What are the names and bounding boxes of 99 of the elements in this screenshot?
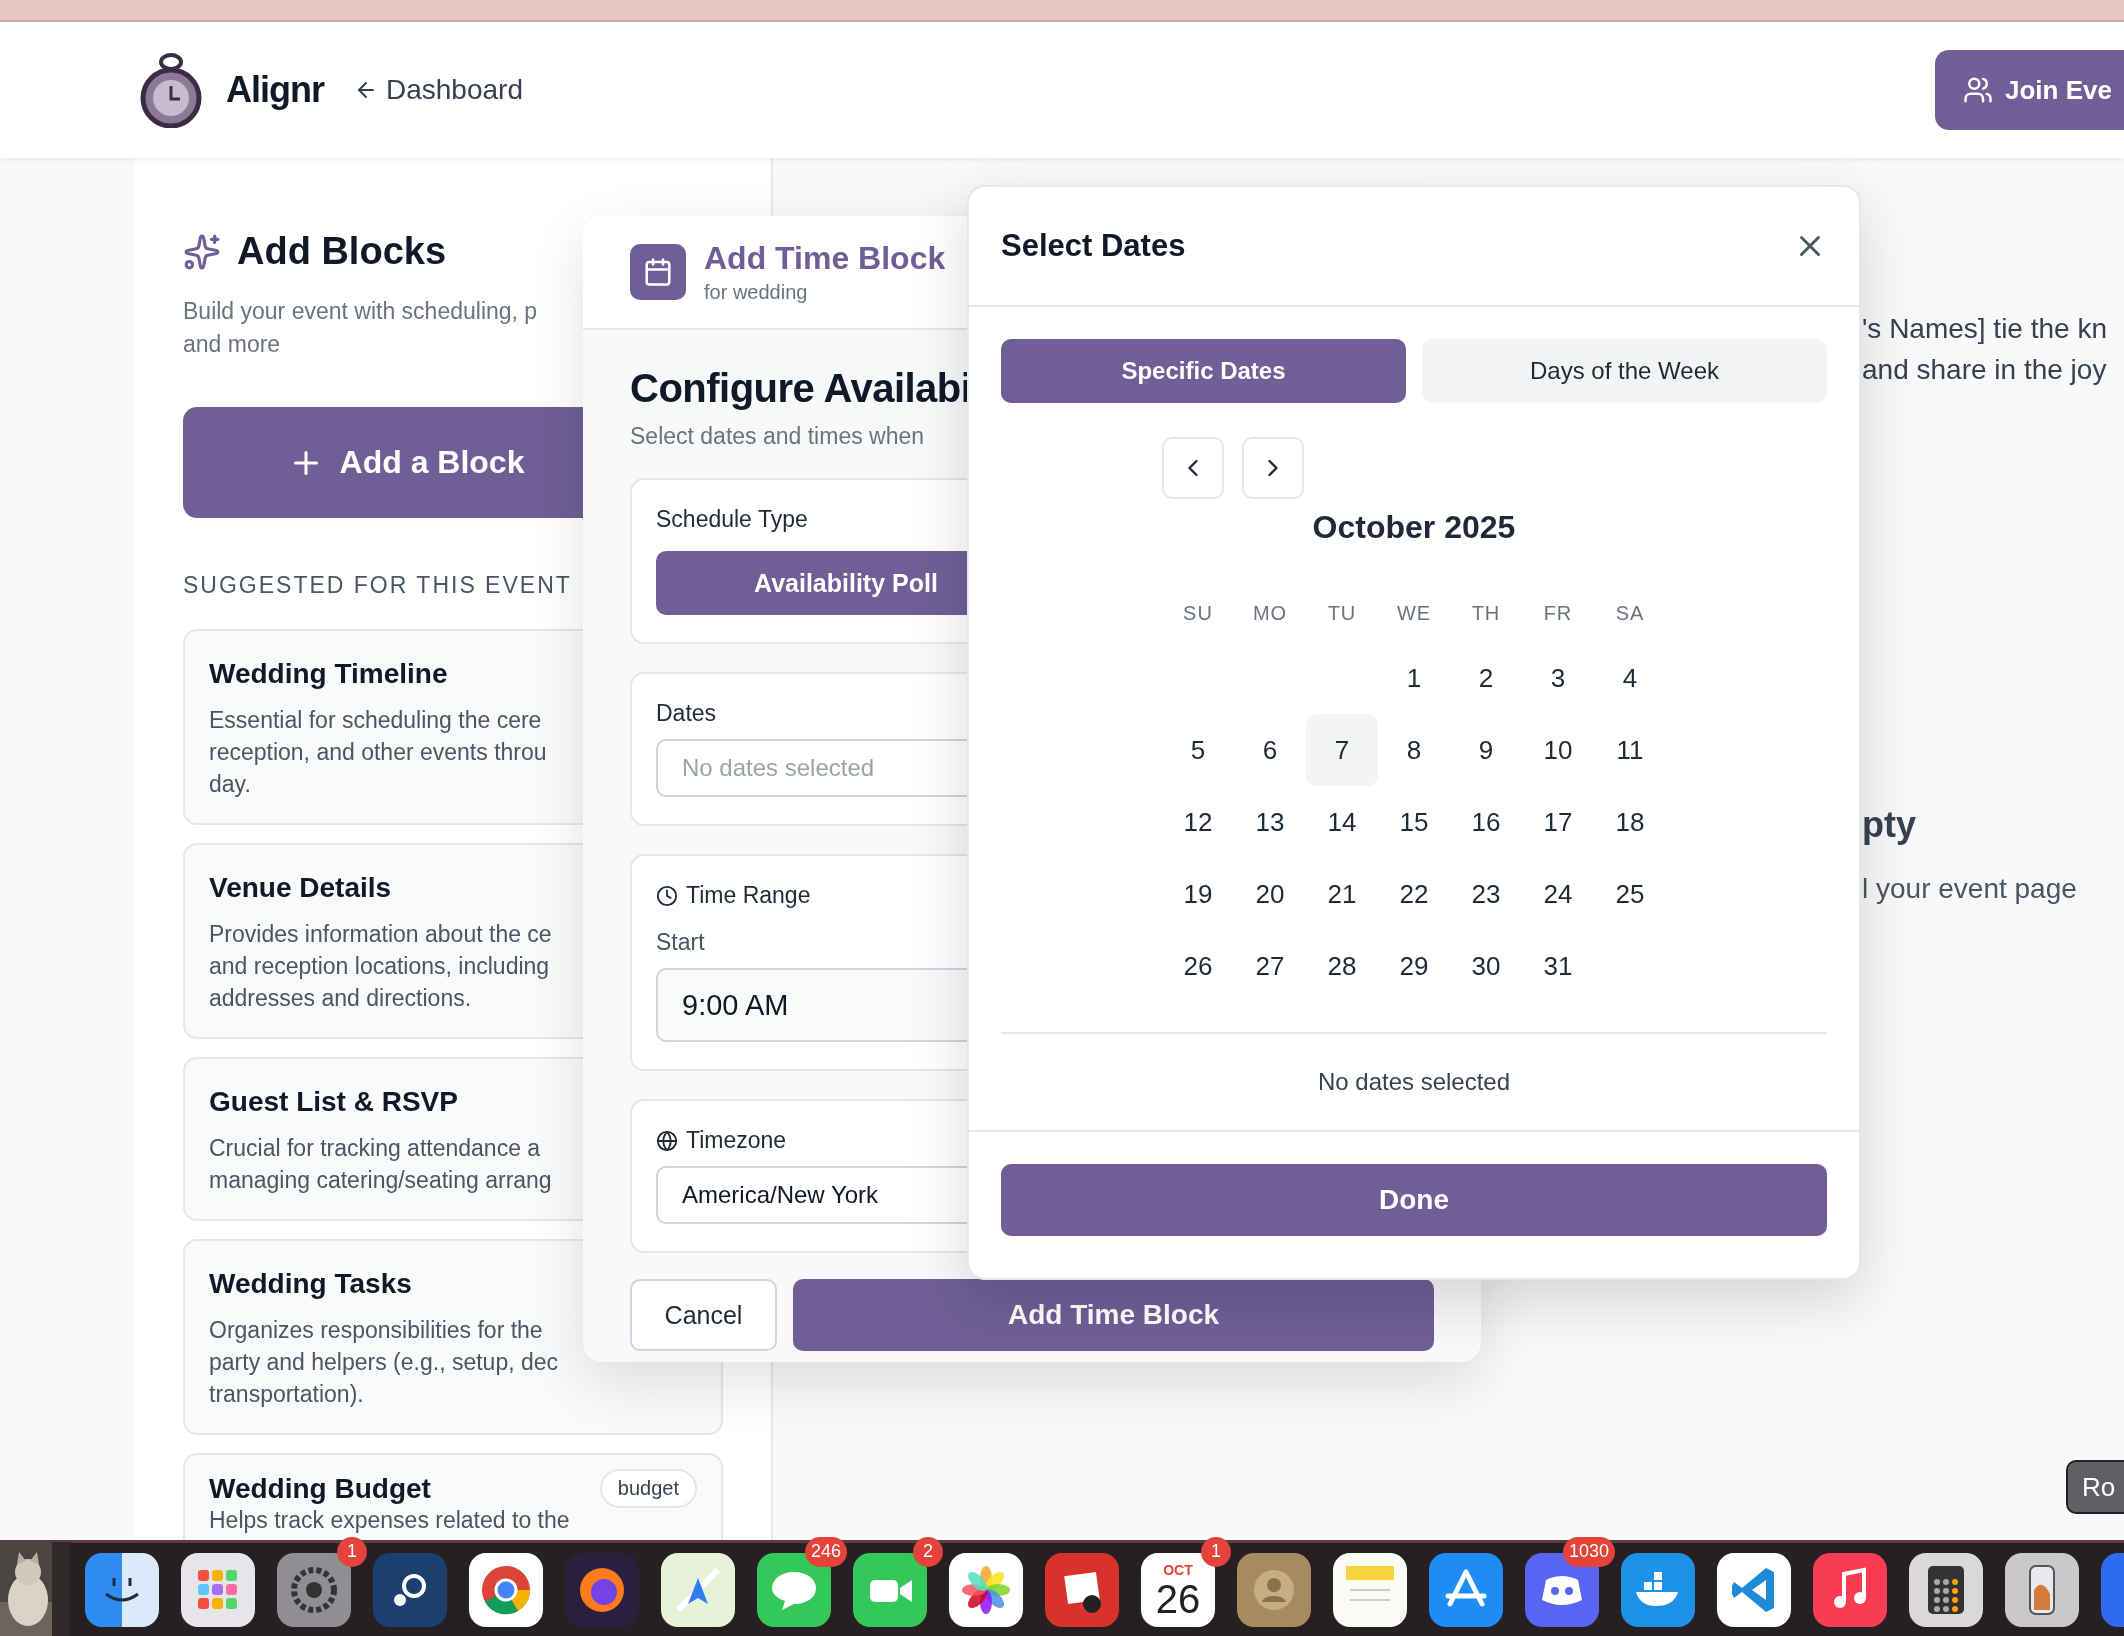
calendar-day[interactable]: 4 [1594,642,1666,714]
sparkles-icon [183,232,221,271]
calendar-day[interactable]: 1 [1378,642,1450,714]
calendar-day[interactable]: 16 [1450,786,1522,858]
month-title: October 2025 [1311,509,1517,546]
calendar-day[interactable]: 26 [1162,930,1234,1002]
calendar-day[interactable]: 18 [1594,786,1666,858]
dialog-subtitle: for wedding [704,281,809,304]
floating-button[interactable]: Ro [2066,1460,2124,1514]
dock-app-tile[interactable] [1237,1552,1311,1627]
calendar-day[interactable]: 23 [1450,858,1522,930]
dock-app-tile[interactable] [565,1552,639,1627]
notification-badge: 2 [913,1536,943,1567]
dock-app-tile[interactable] [1717,1552,1791,1627]
dock-app-tile[interactable] [2005,1552,2079,1627]
cancel-button[interactable]: Cancel [630,1279,777,1351]
notification-badge: 246 [804,1536,847,1567]
panel-description: Build your event with scheduling, p and more [183,297,538,359]
calendar-day[interactable]: 25 [1594,858,1666,930]
calendar-day[interactable]: 9 [1450,714,1522,786]
calendar-day[interactable]: 11 [1594,714,1666,786]
card-title: Wedding Timeline [209,658,448,690]
empty-state-text: l your event page [1862,873,2078,905]
calendar-date: 26 [1155,1576,1201,1621]
calendar-day[interactable]: 15 [1378,786,1450,858]
calendar-day[interactable]: 14 [1306,786,1378,858]
calendar-day[interactable]: 12 [1162,786,1234,858]
users-icon [1963,75,1993,105]
calendar-day[interactable]: 5 [1162,714,1234,786]
weekday-label: FR [1542,602,1574,626]
weekday-label: TH [1470,602,1502,626]
globe-icon [656,1129,678,1152]
field-label: Dates [656,700,718,727]
done-button[interactable]: Done [1001,1164,1827,1236]
panel-title: Add Blocks [237,230,447,273]
dock-app-tile[interactable] [373,1552,447,1627]
calendar-day[interactable]: 13 [1234,786,1306,858]
dock-app-tile[interactable] [661,1552,735,1627]
dock-app-tile[interactable] [1333,1552,1407,1627]
dock-app-tile[interactable] [1045,1552,1119,1627]
calendar-month: OCT [1163,1562,1193,1577]
selection-summary: No dates selected [1316,1067,1512,1097]
join-event-button[interactable]: Join Eve [1935,50,2124,130]
mode-tab[interactable]: Days of the Week [1422,339,1827,403]
calendar-day[interactable]: 21 [1306,858,1378,930]
dock-app-tile[interactable] [1909,1552,1983,1627]
dock-app-tile[interactable] [1813,1552,1887,1627]
calendar-day[interactable]: 31 [1522,930,1594,1002]
dock-app-tile[interactable] [181,1552,255,1627]
calendar-day[interactable]: 27 [1234,930,1306,1002]
calendar-day[interactable]: 8 [1378,714,1450,786]
card-description: Crucial for tracking attendance a managing catering/seating arrang [209,1134,552,1195]
section-heading: SUGGESTED FOR THIS EVENT [183,572,572,599]
calendar-day[interactable]: 24 [1522,858,1594,930]
calendar-day[interactable]: 17 [1522,786,1594,858]
dock-app-tile[interactable] [1429,1552,1503,1627]
calendar-icon [630,244,686,300]
weekday-label: TU [1326,602,1358,626]
weekday-label: SA [1614,602,1646,626]
calendar-day[interactable]: 29 [1378,930,1450,1002]
mode-tab[interactable]: Specific Dates [1001,339,1406,403]
calendar-day[interactable]: 30 [1450,930,1522,1002]
stopwatch-icon [140,52,202,128]
dialog-title: Add Time Block [704,240,946,277]
calendar-day[interactable]: 28 [1306,930,1378,1002]
card-title: Wedding Budget [209,1472,431,1505]
card-title: Wedding Tasks [209,1268,412,1300]
empty-state-title: pty [1862,804,1917,846]
popup-title: Select Dates [1001,228,1186,264]
dock-app-tile[interactable] [949,1552,1023,1627]
card-description: Essential for scheduling the cere reception, and other events throu day. [209,706,547,799]
card-description: Helps track expenses related to the [209,1508,570,1532]
notification-badge: 1 [1201,1536,1231,1567]
card-title: Guest List & RSVP [209,1086,458,1118]
weekday-label: SU [1182,602,1214,626]
calendar-day[interactable]: 19 [1162,858,1234,930]
brand-name: Alignr [226,69,324,111]
calendar-day[interactable]: 2 [1450,642,1522,714]
card-title: Venue Details [209,872,392,904]
calendar-day[interactable]: 6 [1234,714,1306,786]
calendar-day[interactable]: 10 [1522,714,1594,786]
notification-badge: 1030 [1562,1536,1615,1567]
calendar-day[interactable]: 3 [1522,642,1594,714]
calendar-day[interactable]: 22 [1378,858,1450,930]
calendar-day[interactable]: 7 [1306,714,1378,786]
weekday-label: MO [1251,602,1289,626]
dashboard-link[interactable]: Dashboard [354,74,523,106]
dock-app-tile[interactable] [1621,1552,1695,1627]
field-label: Start [656,929,706,956]
clock-icon [656,884,678,907]
calendar-day[interactable]: 20 [1234,858,1306,930]
add-time-block-button[interactable]: Add Time Block [793,1279,1434,1351]
dock-app-tile[interactable] [85,1552,159,1627]
dock-app-tile[interactable] [469,1552,543,1627]
weekday-label: WE [1395,602,1433,626]
card-description: Organizes responsibilities for the party and helpers (e.g., setup, dec transportation). [209,1316,559,1409]
category-tag: budget [599,1469,697,1508]
card-description: Provides information about the ce and reception locations, including addresses and directions. [209,920,552,1013]
event-description: 's Names] tie the kn and share in the joy [1862,312,2108,387]
